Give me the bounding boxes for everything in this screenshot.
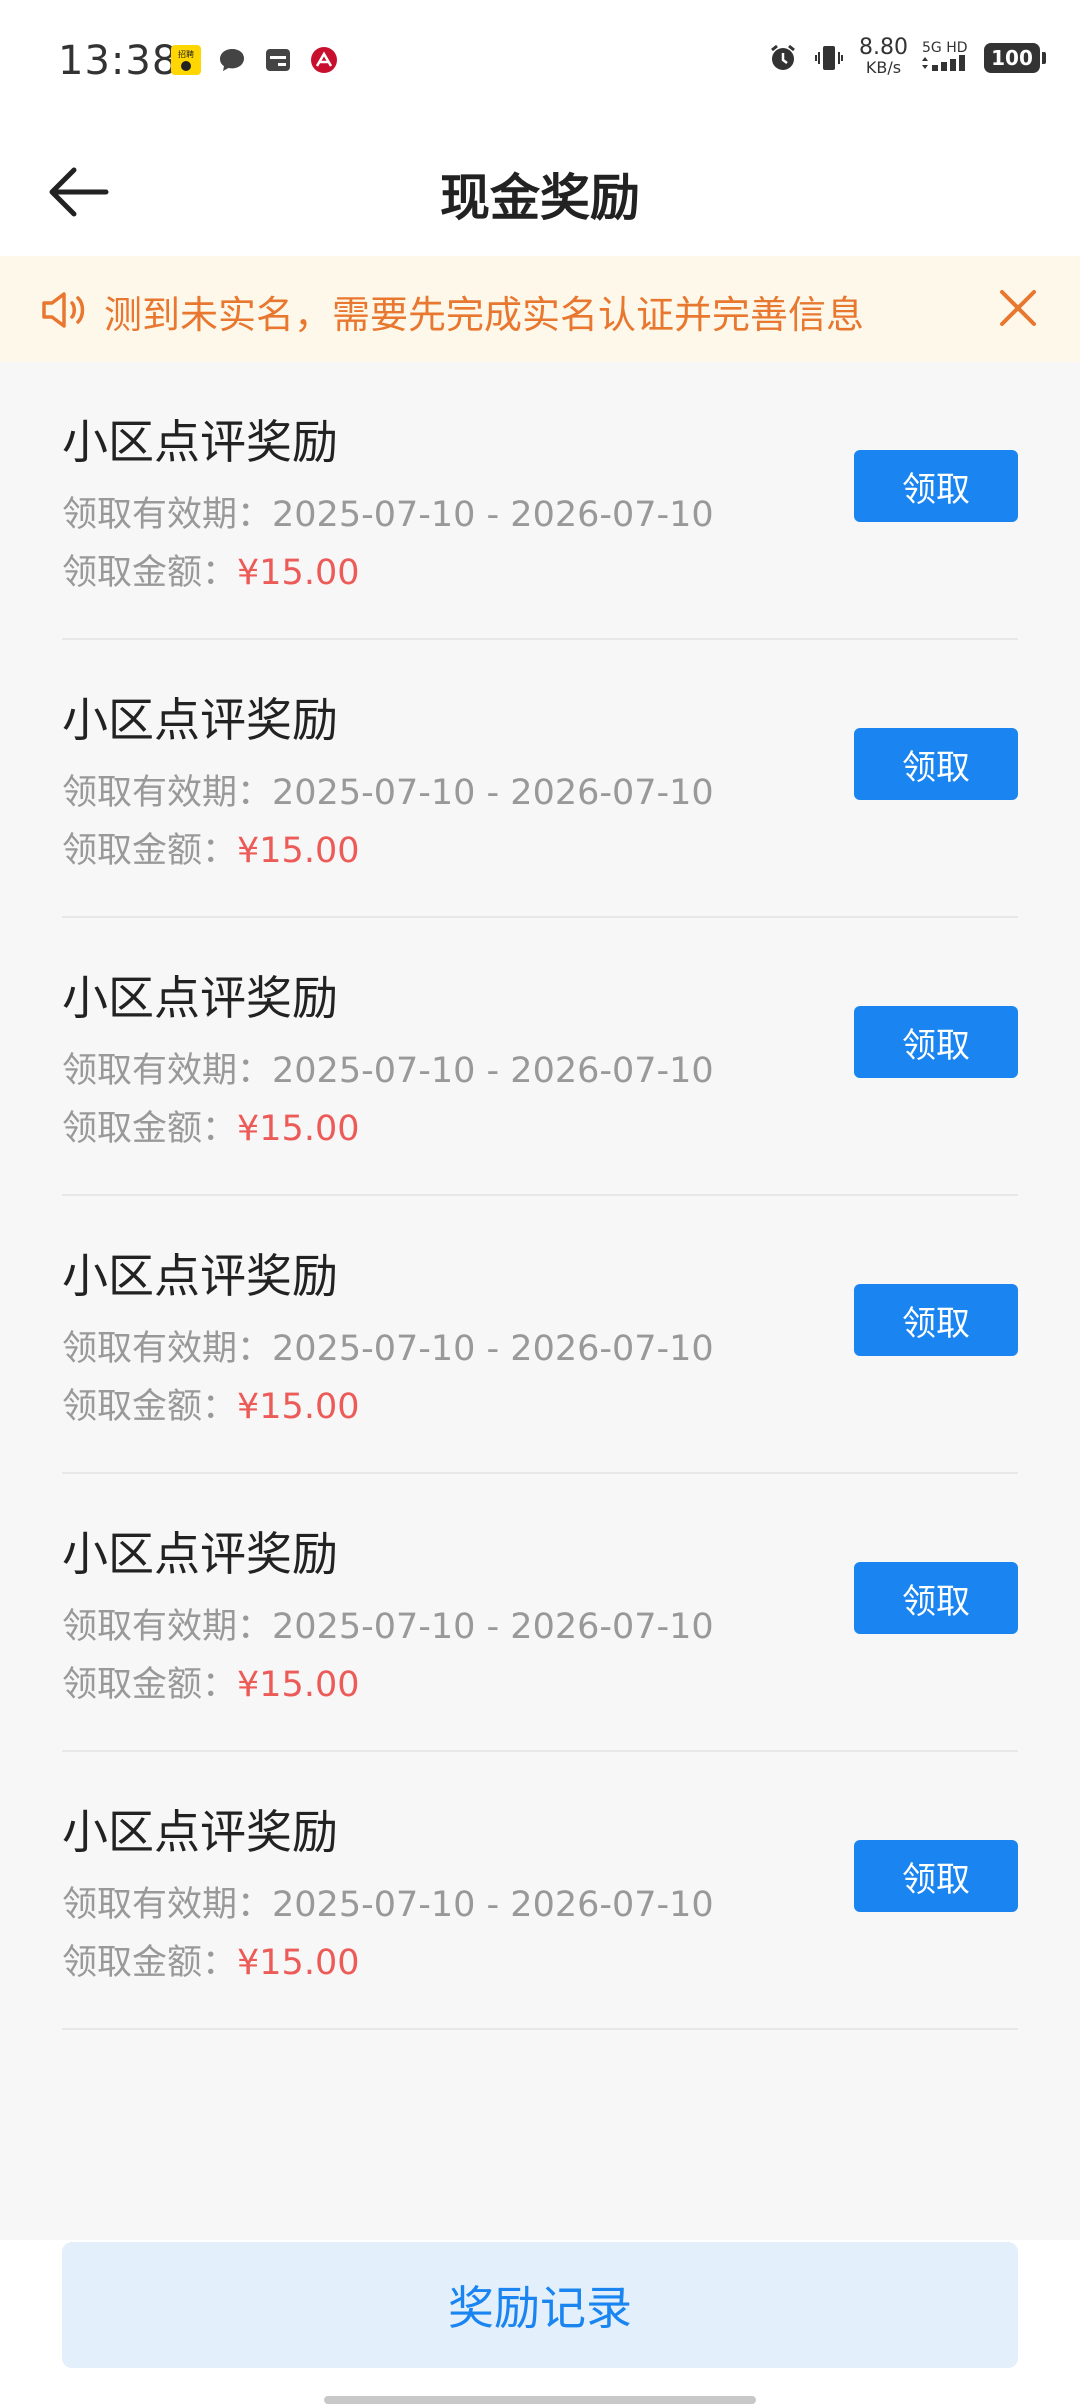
period-label: 领取有效期：: [62, 1607, 273, 1647]
amount-label: 领取金额：: [62, 553, 238, 593]
job-app-icon: 招聘: [170, 44, 202, 76]
reward-period: 领取有效期：2025-07-10 - 2026-07-10: [62, 486, 714, 537]
period-label: 领取有效期：: [62, 1051, 273, 1091]
period-label: 领取有效期：: [62, 1885, 273, 1925]
bank-logo-icon: [308, 44, 340, 76]
notice-close-button[interactable]: [992, 282, 1044, 334]
status-time: 13:38: [58, 38, 179, 84]
signal-bars-icon: [922, 55, 970, 75]
net-speed-value: 8.80: [859, 35, 908, 60]
chat-bubble-icon: [216, 44, 248, 76]
amount-value: ¥15.00: [237, 1943, 360, 1983]
amount-label: 领取金额：: [62, 831, 238, 871]
reward-item: 小区点评奖励 领取有效期：2025-07-10 - 2026-07-10 领取金…: [62, 640, 1018, 918]
wallet-icon: [262, 44, 294, 76]
period-label: 领取有效期：: [62, 495, 273, 535]
app-badge-text: 招聘: [178, 49, 194, 59]
reward-period: 领取有效期：2025-07-10 - 2026-07-10: [62, 1598, 714, 1649]
claim-button[interactable]: 领取: [854, 1284, 1018, 1356]
amount-value: ¥15.00: [237, 553, 360, 593]
period-label: 领取有效期：: [62, 1329, 273, 1369]
reward-record-button[interactable]: 奖励记录: [62, 2242, 1018, 2368]
reward-title: 小区点评奖励: [62, 1805, 338, 1859]
amount-value: ¥15.00: [237, 1109, 360, 1149]
status-bar: 13:38 招聘 8.80 KB/s 5G HD 100: [0, 0, 1080, 128]
reward-item: 小区点评奖励 领取有效期：2025-07-10 - 2026-07-10 领取金…: [62, 918, 1018, 1196]
status-notification-icons: 招聘: [170, 44, 340, 76]
reward-amount: 领取金额：¥15.00: [62, 1934, 359, 1985]
amount-label: 领取金额：: [62, 1665, 238, 1705]
reward-amount: 领取金额：¥15.00: [62, 1100, 359, 1151]
amount-value: ¥15.00: [237, 831, 360, 871]
close-icon: [1000, 290, 1036, 326]
home-indicator[interactable]: [324, 2396, 756, 2404]
period-value: 2025-07-10 - 2026-07-10: [272, 1885, 714, 1925]
reward-title: 小区点评奖励: [62, 693, 338, 747]
speaker-icon: [40, 288, 90, 332]
reward-period: 领取有效期：2025-07-10 - 2026-07-10: [62, 1876, 714, 1927]
amount-value: ¥15.00: [237, 1387, 360, 1427]
claim-button[interactable]: 领取: [854, 450, 1018, 522]
net-speed: 8.80 KB/s: [859, 35, 908, 78]
period-value: 2025-07-10 - 2026-07-10: [272, 773, 714, 813]
reward-period: 领取有效期：2025-07-10 - 2026-07-10: [62, 764, 714, 815]
signal-group: 5G HD: [922, 41, 970, 75]
net-speed-unit: KB/s: [865, 58, 902, 77]
signal-label: 5G HD: [922, 40, 968, 56]
period-value: 2025-07-10 - 2026-07-10: [272, 1329, 714, 1369]
page-title: 现金奖励: [440, 169, 640, 227]
reward-title: 小区点评奖励: [62, 1527, 338, 1581]
claim-button[interactable]: 领取: [854, 1006, 1018, 1078]
amount-label: 领取金额：: [62, 1109, 238, 1149]
notice-text: 测到未实名，需要先完成实名认证并完善信息: [104, 293, 865, 337]
amount-label: 领取金额：: [62, 1943, 238, 1983]
reward-item: 小区点评奖励 领取有效期：2025-07-10 - 2026-07-10 领取金…: [62, 1752, 1018, 2030]
reward-amount: 领取金额：¥15.00: [62, 1656, 359, 1707]
claim-button[interactable]: 领取: [854, 1840, 1018, 1912]
reward-amount: 领取金额：¥15.00: [62, 1378, 359, 1429]
notice-bar: 测到未实名，需要先完成实名认证并完善信息: [0, 256, 1080, 362]
period-label: 领取有效期：: [62, 773, 273, 813]
amount-value: ¥15.00: [237, 1665, 360, 1705]
period-value: 2025-07-10 - 2026-07-10: [272, 1607, 714, 1647]
reward-period: 领取有效期：2025-07-10 - 2026-07-10: [62, 1042, 714, 1093]
reward-title: 小区点评奖励: [62, 971, 338, 1025]
reward-item: 小区点评奖励 领取有效期：2025-07-10 - 2026-07-10 领取金…: [62, 1196, 1018, 1474]
reward-title: 小区点评奖励: [62, 415, 338, 469]
reward-list: 小区点评奖励 领取有效期：2025-07-10 - 2026-07-10 领取金…: [62, 362, 1018, 2030]
reward-item: 小区点评奖励 领取有效期：2025-07-10 - 2026-07-10 领取金…: [62, 362, 1018, 640]
reward-amount: 领取金额：¥15.00: [62, 822, 359, 873]
period-value: 2025-07-10 - 2026-07-10: [272, 495, 714, 535]
reward-item: 小区点评奖励 领取有效期：2025-07-10 - 2026-07-10 领取金…: [62, 1474, 1018, 1752]
app-header: 现金奖励: [0, 128, 1080, 256]
status-right-icons: 8.80 KB/s 5G HD 100: [767, 35, 1046, 78]
amount-label: 领取金额：: [62, 1387, 238, 1427]
reward-amount: 领取金额：¥15.00: [62, 544, 359, 595]
alarm-icon: [767, 42, 799, 74]
period-value: 2025-07-10 - 2026-07-10: [272, 1051, 714, 1091]
claim-button[interactable]: 领取: [854, 728, 1018, 800]
vibrate-icon: [813, 42, 845, 74]
battery-indicator: 100: [984, 43, 1046, 73]
reward-title: 小区点评奖励: [62, 1249, 338, 1303]
claim-button[interactable]: 领取: [854, 1562, 1018, 1634]
reward-period: 领取有效期：2025-07-10 - 2026-07-10: [62, 1320, 714, 1371]
